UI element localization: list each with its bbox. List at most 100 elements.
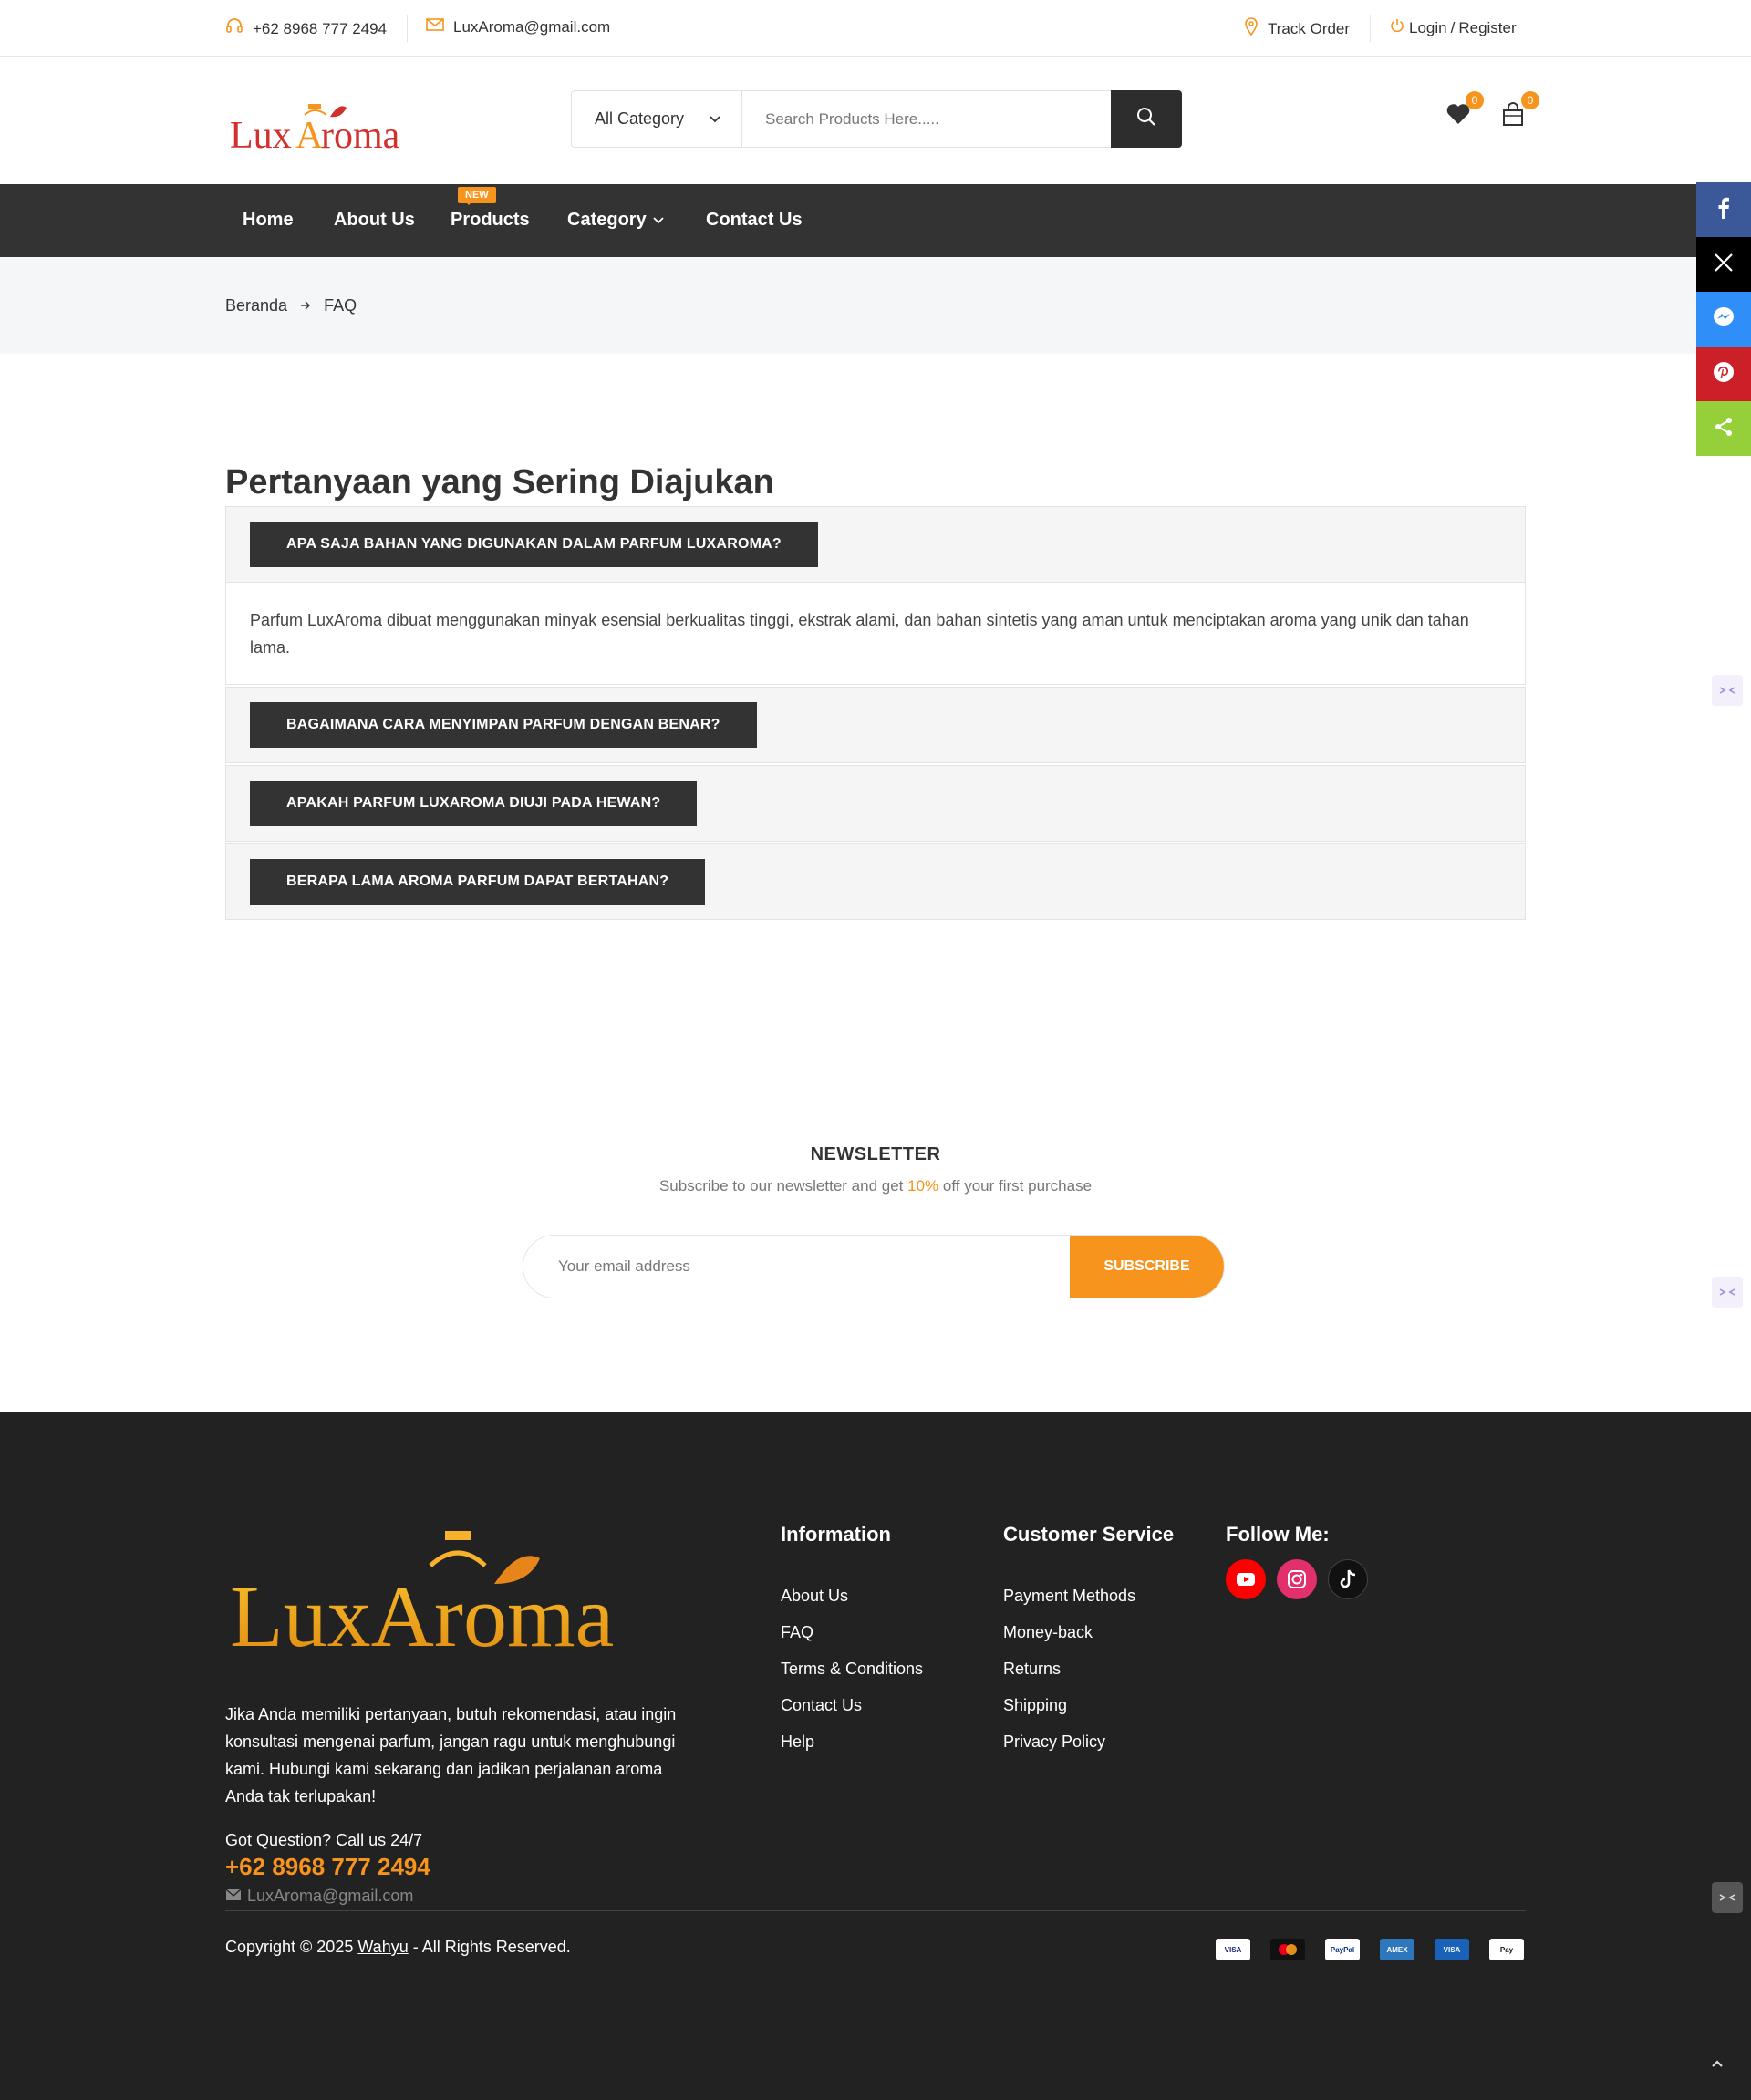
share-facebook-button[interactable] <box>1696 182 1751 237</box>
search-bar: All Category Search Products Here..... <box>571 90 1182 148</box>
pinterest-icon <box>1712 360 1735 388</box>
breadcrumb-home[interactable]: Beranda <box>225 296 287 316</box>
divider <box>407 15 408 42</box>
nav-contact-us[interactable]: Contact Us <box>706 210 803 231</box>
footer-link-payment-methods[interactable]: Payment Methods <box>1003 1587 1135 1606</box>
footer-email-text: LuxAroma@gmail.com <box>247 1887 414 1905</box>
faq-question-button[interactable]: APA SAJA BAHAN YANG DIGUNAKAN DALAM PARF… <box>250 522 818 567</box>
headset-icon <box>225 17 243 40</box>
footer-link-money-back[interactable]: Money-back <box>1003 1623 1093 1642</box>
footer-customer-service-title: Customer Service <box>1003 1523 1175 1546</box>
faq-item-header: APA SAJA BAHAN YANG DIGUNAKAN DALAM PARF… <box>226 507 1525 582</box>
faq-item: BERAPA LAMA AROMA PARFUM DAPAT BERTAHAN? <box>225 843 1526 920</box>
newsletter-sub-before: Subscribe to our newsletter and get <box>658 1177 904 1195</box>
x-twitter-icon <box>1714 253 1734 277</box>
faq-question-button[interactable]: BAGAIMANA CARA MENYIMPAN PARFUM DENGAN B… <box>250 702 757 748</box>
faq-accordion: APA SAJA BAHAN YANG DIGUNAKAN DALAM PARF… <box>225 506 1526 922</box>
footer-link-about-us[interactable]: About Us <box>781 1587 848 1606</box>
nav-category[interactable]: Category <box>567 210 665 231</box>
main-nav: Home About Us Products Category Contact … <box>0 184 1751 257</box>
slash-separator: / <box>1450 18 1456 36</box>
divider <box>1370 15 1371 42</box>
tiktok-icon[interactable] <box>1328 1559 1368 1599</box>
nav-home[interactable]: Home <box>243 210 294 231</box>
login-link[interactable]: Login <box>1409 19 1447 37</box>
share-messenger-button[interactable] <box>1696 292 1751 347</box>
wishlist-button[interactable]: 0 <box>1445 91 1484 129</box>
chevron-down-icon <box>652 210 665 231</box>
newsletter-email-input[interactable]: Your email address <box>523 1236 1070 1298</box>
subscribe-button[interactable]: SUBSCRIBE <box>1070 1236 1224 1298</box>
copyright-before: Copyright © 2025 <box>225 1938 354 1956</box>
chevron-down-icon <box>709 109 721 129</box>
topbar-email[interactable]: LuxAroma@gmail.com <box>426 17 610 36</box>
chat-widget-icon[interactable] <box>1712 675 1743 706</box>
nav-products[interactable]: Products <box>451 210 530 231</box>
copyright: Copyright © 2025 Wahyu - All Rights Rese… <box>225 1938 571 1957</box>
copyright-author-link[interactable]: Wahyu <box>357 1938 408 1956</box>
svg-text:A: A <box>295 115 324 157</box>
footer-phone[interactable]: +62 8968 777 2494 <box>225 1853 430 1881</box>
footer-link-faq[interactable]: FAQ <box>781 1623 813 1642</box>
envelope-icon <box>225 1887 242 1906</box>
faq-item-header: BAGAIMANA CARA MENYIMPAN PARFUM DENGAN B… <box>226 688 1525 762</box>
category-select[interactable]: All Category <box>572 91 742 147</box>
arrow-right-icon <box>300 296 311 316</box>
mastercard-icon <box>1270 1939 1305 1960</box>
page-title: Pertanyaan yang Sering Diajukan <box>225 463 774 502</box>
newsletter-discount: 10% <box>907 1177 939 1195</box>
footer-link-contact-us[interactable]: Contact Us <box>781 1696 862 1715</box>
footer-link-terms[interactable]: Terms & Conditions <box>781 1660 923 1679</box>
messenger-icon <box>1712 305 1735 334</box>
footer-divider <box>225 1910 1526 1911</box>
search-input[interactable]: Search Products Here..... <box>742 91 1111 147</box>
cart-count-badge: 0 <box>1521 91 1539 109</box>
track-order-link[interactable]: Track Order <box>1244 17 1350 40</box>
register-link[interactable]: Register <box>1458 19 1516 37</box>
share-pinterest-button[interactable] <box>1696 347 1751 401</box>
share-icon <box>1713 416 1735 442</box>
footer-link-privacy-policy[interactable]: Privacy Policy <box>1003 1733 1105 1752</box>
visa-electron-icon: VISA <box>1435 1939 1469 1960</box>
footer-information-title: Information <box>781 1523 891 1546</box>
search-button[interactable] <box>1111 90 1182 148</box>
nav-about-us[interactable]: About Us <box>334 210 415 231</box>
chevron-up-icon <box>1710 2057 1725 2074</box>
login-register: Login / Register <box>1389 17 1517 38</box>
cart-button[interactable]: 0 <box>1501 91 1539 131</box>
copyright-after: - All Rights Reserved. <box>412 1938 571 1956</box>
faq-item: APAKAH PARFUM LUXAROMA DIUJI PADA HEWAN? <box>225 765 1526 842</box>
new-badge: NEW <box>458 187 496 205</box>
share-x-button[interactable] <box>1696 237 1751 292</box>
footer-logo[interactable]: LuxAroma <box>228 1527 689 1665</box>
faq-question-button[interactable]: APAKAH PARFUM LUXAROMA DIUJI PADA HEWAN? <box>250 781 698 826</box>
newsletter-form: Your email address SUBSCRIBE <box>523 1235 1225 1298</box>
chat-widget-icon[interactable] <box>1712 1277 1743 1308</box>
shopping-bag-icon <box>1501 102 1525 131</box>
youtube-icon[interactable] <box>1226 1559 1266 1599</box>
visa-card-icon: VISA <box>1216 1939 1250 1960</box>
footer-link-help[interactable]: Help <box>781 1733 814 1752</box>
topbar-phone[interactable]: +62 8968 777 2494 <box>225 17 387 40</box>
footer-link-shipping[interactable]: Shipping <box>1003 1696 1067 1715</box>
footer-follow-title: Follow Me: <box>1226 1523 1330 1546</box>
faq-question-button[interactable]: BERAPA LAMA AROMA PARFUM DAPAT BERTAHAN? <box>250 859 706 905</box>
breadcrumb-current: FAQ <box>324 296 357 315</box>
top-bar: +62 8968 777 2494 LuxAroma@gmail.com Tra… <box>0 0 1751 57</box>
svg-text:Lux: Lux <box>230 115 292 157</box>
svg-text:LuxAroma: LuxAroma <box>230 1567 614 1655</box>
faq-item-header: APAKAH PARFUM LUXAROMA DIUJI PADA HEWAN? <box>226 766 1525 841</box>
faq-item: APA SAJA BAHAN YANG DIGUNAKAN DALAM PARF… <box>225 506 1526 685</box>
wishlist-count-badge: 0 <box>1466 91 1484 109</box>
footer-email[interactable]: LuxAroma@gmail.com <box>225 1887 413 1906</box>
footer-link-returns[interactable]: Returns <box>1003 1660 1061 1679</box>
instagram-icon[interactable] <box>1277 1559 1317 1599</box>
faq-item-header: BERAPA LAMA AROMA PARFUM DAPAT BERTAHAN? <box>226 844 1525 919</box>
svg-text:roma: roma <box>321 115 400 157</box>
chat-widget-icon[interactable] <box>1712 1882 1743 1913</box>
share-more-button[interactable] <box>1696 401 1751 456</box>
newsletter-subtitle: Subscribe to our newsletter and get 10% … <box>0 1177 1751 1195</box>
site-logo[interactable]: Lux A roma <box>228 98 415 157</box>
amex-icon: AMEX <box>1380 1939 1414 1960</box>
scroll-to-top-button[interactable] <box>1704 2052 1731 2079</box>
